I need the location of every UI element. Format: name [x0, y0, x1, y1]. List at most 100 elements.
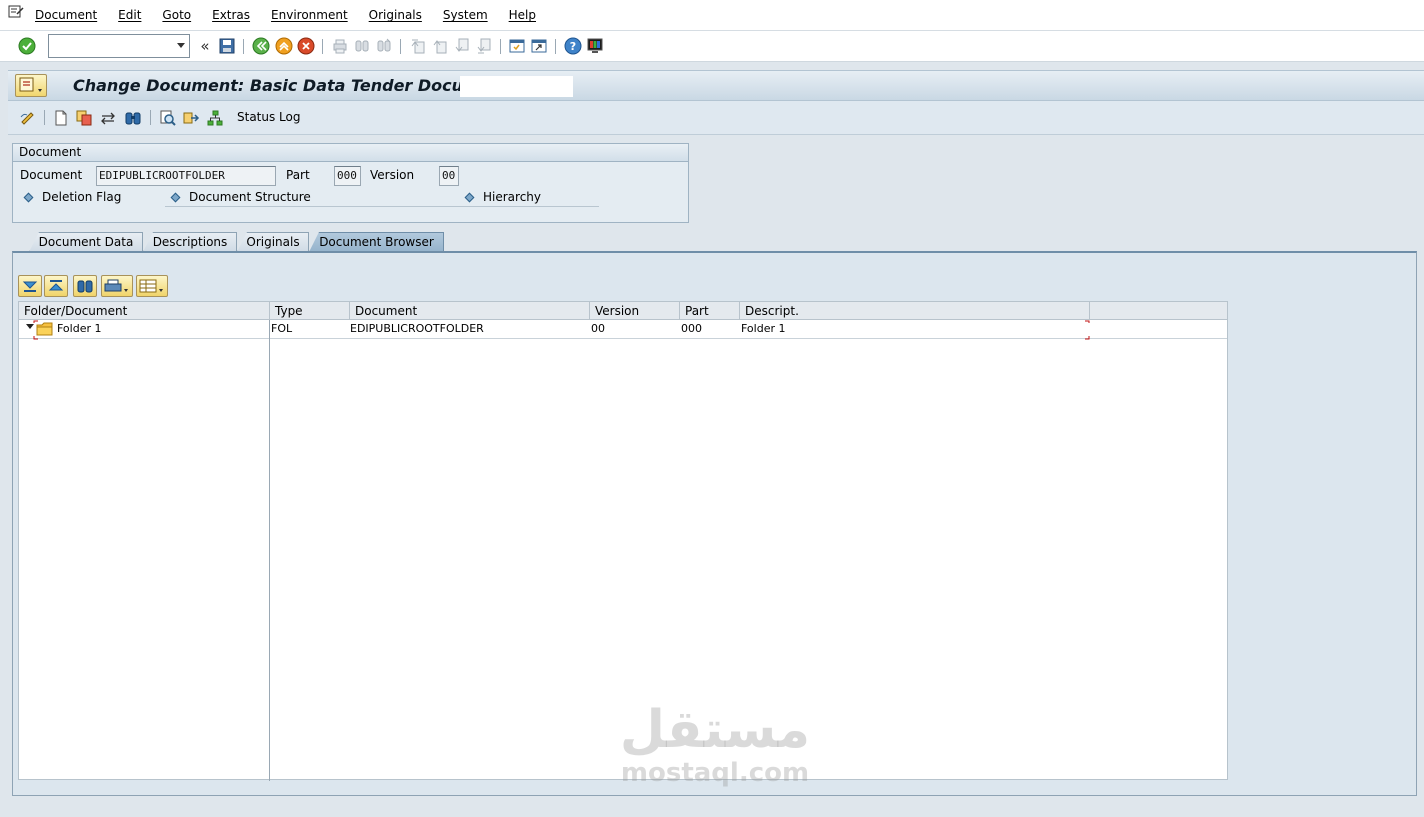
find-button[interactable] [73, 275, 97, 297]
print-icon [104, 279, 128, 292]
binoculars-icon[interactable] [124, 109, 142, 127]
application-toolbar: Status Log [8, 101, 1424, 135]
layout-button[interactable] [136, 275, 168, 297]
version-label: Version [370, 168, 415, 182]
menu-originals[interactable]: Originals [369, 8, 422, 22]
toolbar-separator [555, 39, 556, 54]
title-bar: Change Document: Basic Data Tender Docum [8, 70, 1424, 101]
column-header-document[interactable]: Document [350, 302, 590, 320]
command-input[interactable] [49, 35, 167, 57]
status-log-button[interactable]: Status Log [237, 110, 301, 124]
column-header-part[interactable]: Part [680, 302, 740, 320]
menu-edit[interactable]: Edit [118, 8, 141, 22]
enter-icon[interactable] [18, 37, 36, 55]
indicator-underline [165, 206, 599, 207]
new-session-icon[interactable] [508, 37, 526, 55]
menu-extras[interactable]: Extras [212, 8, 250, 22]
save-icon[interactable] [218, 37, 236, 55]
watermark: مستقل mostaql.com [600, 700, 830, 786]
print-icon[interactable] [331, 37, 349, 55]
cell-version: 00 [591, 322, 605, 335]
binoculars-icon [77, 280, 93, 293]
object-links-icon[interactable] [182, 109, 200, 127]
services-icon [19, 77, 42, 92]
next-page-icon[interactable] [453, 37, 471, 55]
collapse-all-button[interactable] [44, 275, 68, 297]
table-row[interactable]: Folder 1 FOL EDIPUBLICROOTFOLDER 00 000 … [19, 320, 1227, 340]
expand-icon [22, 281, 38, 292]
toolbar-separator [44, 110, 45, 125]
table-layout-icon [139, 279, 163, 293]
system-menu-icon[interactable] [8, 5, 24, 19]
hierarchy-indicator-icon [464, 192, 475, 203]
exit-icon[interactable] [275, 37, 293, 55]
document-group-title: Document [13, 144, 688, 162]
tab-document-browser[interactable]: Document Browser [309, 232, 444, 252]
column-header-type[interactable]: Type [270, 302, 350, 320]
column-header-description[interactable]: Descript. [740, 302, 1090, 320]
tab-descriptions[interactable]: Descriptions [143, 232, 237, 252]
toolbar-separator [322, 39, 323, 54]
print-button[interactable] [101, 275, 133, 297]
column-header-folder-document[interactable]: Folder/Document [19, 302, 270, 320]
toolbar-separator [500, 39, 501, 54]
tree-node-label[interactable]: Folder 1 [57, 322, 102, 335]
version-field[interactable]: 00 [439, 166, 459, 186]
copy-document-icon[interactable] [75, 109, 93, 127]
find-next-icon[interactable] [375, 37, 393, 55]
find-icon[interactable] [353, 37, 371, 55]
menu-help[interactable]: Help [509, 8, 536, 22]
toolbar-separator [243, 39, 244, 54]
tab-originals[interactable]: Originals [237, 232, 309, 252]
watermark-latin-text: mostaql.com [620, 758, 810, 788]
document-structure-indicator-icon [170, 192, 181, 203]
collapse-command-icon[interactable]: « [196, 37, 214, 55]
cell-type: FOL [271, 322, 293, 335]
services-for-object-button[interactable] [15, 74, 47, 97]
column-header-version[interactable]: Version [590, 302, 680, 320]
back-icon[interactable] [252, 37, 270, 55]
document-field[interactable]: EDIPUBLICROOTFOLDER [96, 166, 276, 186]
menu-document[interactable]: Document [35, 8, 97, 22]
previous-page-icon[interactable] [431, 37, 449, 55]
svg-text:?: ? [570, 40, 576, 53]
page-title: Change Document: Basic Data Tender Docum [73, 76, 480, 95]
deletion-flag-label: Deletion Flag [42, 190, 122, 204]
menu-goto[interactable]: Goto [162, 8, 191, 22]
toolbar-separator [150, 110, 151, 125]
table-header: Folder/Document Type Document Version Pa… [19, 302, 1227, 320]
object-search-icon[interactable] [159, 109, 177, 127]
chevron-down-icon[interactable] [177, 43, 185, 48]
part-field[interactable]: 000 [334, 166, 361, 186]
display-change-icon[interactable] [19, 109, 37, 127]
tab-document-data[interactable]: Document Data [29, 232, 143, 252]
toolbar-separator [400, 39, 401, 54]
command-field[interactable] [48, 34, 190, 58]
redacted-title-area [460, 76, 573, 97]
tree-column-divider [269, 320, 270, 781]
expand-all-button[interactable] [18, 275, 42, 297]
first-page-icon[interactable] [409, 37, 427, 55]
standard-toolbar: « ? [0, 31, 1424, 62]
document-group: Document Document EDIPUBLICROOTFOLDER Pa… [12, 143, 689, 223]
cell-description: Folder 1 [741, 322, 786, 335]
cell-part: 000 [681, 322, 702, 335]
cell-document: EDIPUBLICROOTFOLDER [350, 322, 484, 335]
last-page-icon[interactable] [475, 37, 493, 55]
deletion-flag-indicator-icon [23, 192, 34, 203]
customize-layout-icon[interactable] [586, 37, 604, 55]
menu-environment[interactable]: Environment [271, 8, 348, 22]
help-icon[interactable]: ? [564, 37, 582, 55]
document-label: Document [20, 168, 83, 182]
new-document-icon[interactable] [52, 109, 70, 127]
other-document-icon[interactable] [99, 109, 117, 127]
cell-focus-marker [33, 320, 38, 340]
watermark-arabic-text: مستقل [619, 700, 811, 760]
structure-icon[interactable] [206, 109, 224, 127]
shortcut-icon[interactable] [530, 37, 548, 55]
cancel-icon[interactable] [297, 37, 315, 55]
hierarchy-label: Hierarchy [483, 190, 542, 204]
menu-system[interactable]: System [443, 8, 488, 22]
menu-bar: Document Edit Goto Extras Environment Or… [0, 0, 1424, 31]
cell-focus-marker [1085, 320, 1090, 340]
